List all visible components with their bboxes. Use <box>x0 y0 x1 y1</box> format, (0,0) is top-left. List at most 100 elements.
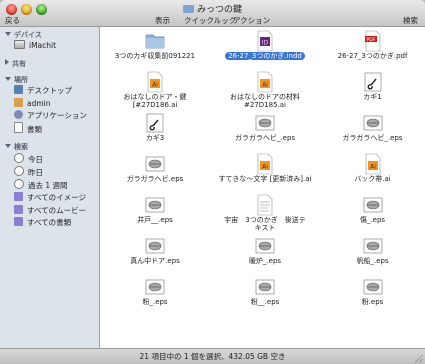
sidebar-item-applications[interactable]: アプリケーション <box>14 110 87 122</box>
file-item[interactable]: ガラガラヘビ_.eps <box>320 109 425 150</box>
sidebar-item-documents[interactable]: 書類 <box>14 122 42 134</box>
file-item[interactable]: ガラガラヘビ_.eps <box>210 109 320 150</box>
file-item[interactable]: 粉.eps <box>320 273 425 314</box>
file-item[interactable]: ID 26-27_3つのかぎ.indd <box>210 27 320 68</box>
file-icon-view[interactable]: 3つのカギ収集前091221 ID 26-27_3つのかぎ.indd PDF 26-27… <box>100 27 425 348</box>
clock-icon <box>14 166 24 176</box>
search-button[interactable]: 検索 <box>403 15 418 26</box>
file-name-label: 傷_.eps <box>320 216 425 224</box>
hard-drive-icon <box>14 40 25 49</box>
eps-file-icon <box>363 235 383 257</box>
file-name-label: 粉_.eps <box>100 298 210 306</box>
action-button[interactable]: アクション <box>233 15 270 26</box>
sidebar-item-all-documents[interactable]: すべての書類 <box>14 217 71 229</box>
sidebar-item-today[interactable]: 今日 <box>14 153 43 165</box>
resize-handle-icon[interactable] <box>415 355 423 363</box>
file-item[interactable]: 井戸__.eps <box>100 191 210 232</box>
file-name-text: 傷_.eps <box>359 216 386 224</box>
eps-file-icon <box>145 153 165 175</box>
file-name-label: すてきな〜文字 [更新済み].ai <box>210 175 320 183</box>
sidebar-section-label: デバイス <box>14 31 42 39</box>
file-item[interactable]: Ai すてきな〜文字 [更新済み].ai <box>210 150 320 191</box>
sidebar-section-devices[interactable]: デバイス <box>5 30 42 40</box>
sidebar-section-places[interactable]: 場所 <box>5 75 28 85</box>
svg-text:Ai: Ai <box>262 164 268 171</box>
window-title: みっつの鍵 <box>0 2 425 15</box>
status-text: 21 項目中の 1 個を選択、432.05 GB 空き <box>139 352 286 361</box>
indesign-file-icon: ID <box>255 30 275 52</box>
back-button[interactable]: 戻る <box>5 15 20 26</box>
file-name-text: カギ3 <box>145 134 165 142</box>
view-button[interactable]: 表示 <box>155 15 170 26</box>
file-name-label: 帆船_.eps <box>320 257 425 265</box>
file-name-text: ガラガラヘビ.eps <box>126 175 184 183</box>
file-item[interactable]: Ai おはなしのドア・鍵 [#27D186.ai <box>100 68 210 109</box>
file-item[interactable]: PDF 26-27_3つのかぎ.pdf <box>320 27 425 68</box>
file-name-text: おはなしのドア・鍵 <box>123 93 187 101</box>
sidebar-item-label: 今日 <box>28 155 43 164</box>
folder-icon <box>182 5 194 13</box>
file-name-text: [#27D186.ai <box>132 101 178 109</box>
illustrator-file-icon: Ai <box>363 153 383 175</box>
quicklook-button[interactable]: クイックルック <box>184 15 236 26</box>
smart-folder-icon <box>14 192 23 201</box>
window-title-text: みっつの鍵 <box>196 5 242 15</box>
disclosure-triangle-icon <box>5 77 11 81</box>
sidebar-item-label: 昨日 <box>28 168 43 177</box>
sidebar-item-all-images[interactable]: すべてのイメージ <box>14 192 86 204</box>
sidebar-item-yesterday[interactable]: 昨日 <box>14 166 43 178</box>
file-name-label: 3つのカギ収集前091221 <box>100 52 210 60</box>
file-name-label: 暖炉_.eps <box>210 257 320 265</box>
file-item[interactable]: 粉_.eps <box>100 273 210 314</box>
file-item[interactable]: カギ1 <box>320 68 425 109</box>
file-item[interactable]: Ai おはなしのドアの材料 #27D185.ai <box>210 68 320 109</box>
sidebar-item-imachit[interactable]: iMachit <box>14 40 56 52</box>
file-name-label: カギ1 <box>320 93 425 101</box>
file-item[interactable]: 真ん中ドア.eps <box>100 232 210 273</box>
svg-text:ID: ID <box>262 40 269 47</box>
file-item[interactable]: 3つのカギ収集前091221 <box>100 27 210 68</box>
sidebar-item-label: すべてのムービー <box>27 206 87 215</box>
eps-file-icon <box>145 194 165 216</box>
document-file-icon <box>255 194 275 216</box>
sidebar-item-label: iMachit <box>29 41 57 50</box>
sidebar-item-past-week[interactable]: 過去 1 週間 <box>14 179 68 191</box>
file-name-text: 粉__.eps <box>250 298 280 306</box>
file-item[interactable]: ガラガラヘビ.eps <box>100 150 210 191</box>
sidebar-item-label: アプリケーション <box>27 111 87 120</box>
file-name-label: 26-27_3つのかぎ.pdf <box>320 52 425 60</box>
file-item[interactable]: 粉__.eps <box>210 273 320 314</box>
file-item[interactable]: 暖炉_.eps <box>210 232 320 273</box>
eps-file-icon <box>255 112 275 134</box>
smart-folder-icon <box>14 205 23 214</box>
applications-icon <box>14 110 23 119</box>
file-name-text: バック帯.ai <box>354 175 391 183</box>
file-name-text: 粉_.eps <box>142 298 168 306</box>
file-name-text: 井戸__.eps <box>137 216 173 224</box>
file-item[interactable]: 傷_.eps <box>320 191 425 232</box>
sidebar-item-admin[interactable]: admin <box>14 98 51 110</box>
desktop-icon <box>14 85 23 94</box>
title-bar[interactable]: みっつの鍵 戻る 表示 クイックルック アクション 検索 <box>0 0 425 27</box>
sidebar-section-search[interactable]: 検索 <box>5 142 28 152</box>
svg-text:Ai: Ai <box>262 82 268 89</box>
sidebar: デバイス iMachit 共有 場所 デスクトップ admin アプリケーション… <box>0 27 100 348</box>
file-name-text: 26-27_3つのかぎ.indd <box>225 52 305 60</box>
clock-icon <box>14 153 24 163</box>
file-item[interactable]: カギ3 <box>100 109 210 150</box>
file-item[interactable]: 宇宙 3つのかぎ 後送テ キスト <box>210 191 320 232</box>
sidebar-item-all-movies[interactable]: すべてのムービー <box>14 205 86 217</box>
sidebar-section-shared[interactable]: 共有 <box>5 59 26 69</box>
file-name-text: 26-27_3つのかぎ.pdf <box>337 52 408 60</box>
file-item[interactable]: Ai バック帯.ai <box>320 150 425 191</box>
file-name-text: 宇宙 3つのかぎ 後送テ <box>224 216 306 224</box>
eps-file-icon <box>363 112 383 134</box>
folder-icon <box>145 30 165 52</box>
sidebar-item-label: admin <box>27 99 51 108</box>
sidebar-item-desktop[interactable]: デスクトップ <box>14 85 72 97</box>
file-name-label: 井戸__.eps <box>100 216 210 224</box>
clock-icon <box>14 179 24 189</box>
file-name-label: ガラガラヘビ_.eps <box>320 134 425 142</box>
illustrator-file-icon: Ai <box>255 153 275 175</box>
file-item[interactable]: 帆船_.eps <box>320 232 425 273</box>
